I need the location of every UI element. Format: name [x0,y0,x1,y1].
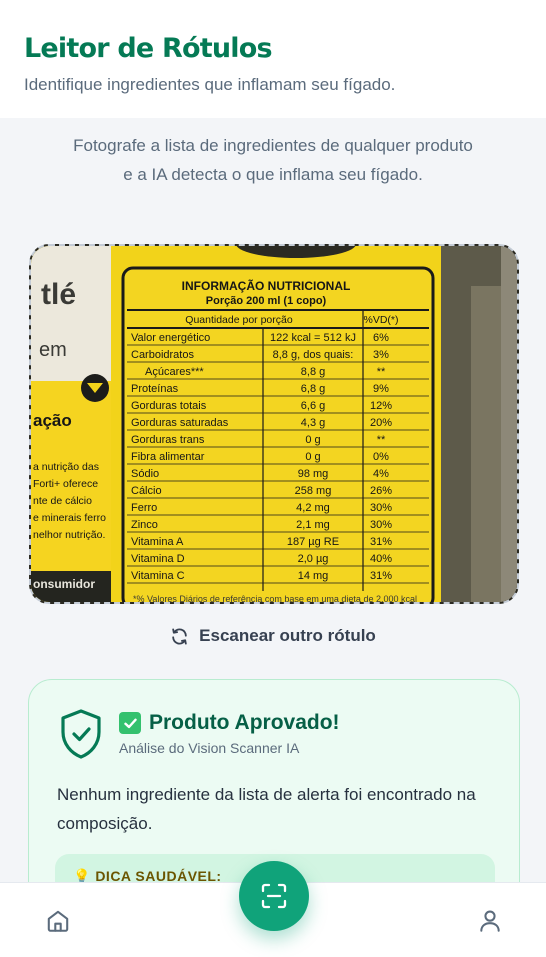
nutrition-row-amount: 2,1 mg [296,519,330,531]
nutrition-row-dv: 30% [370,502,392,514]
nutrition-portion: Porção 200 ml (1 copo) [206,295,327,307]
result-title: Produto Aprovado! [149,711,340,734]
nutrition-row-dv: 40% [370,553,392,565]
nutrition-row-label: Fibra alimentar [131,451,205,463]
result-source: Análise do Vision Scanner IA [119,740,300,756]
scan-fab-button[interactable] [239,861,309,931]
nutrition-row-amount: 8,8 g, dos quais: [273,349,354,361]
scan-icon [261,883,287,909]
nutrition-row-amount: 14 mg [298,570,329,582]
nutrition-row-label: Proteínas [131,383,179,395]
nutrition-row-label: Ferro [131,502,157,514]
refresh-icon [172,627,187,645]
nutrition-row-amount: 0 g [305,451,320,463]
nutrition-row-dv: 31% [370,570,392,582]
nutrition-row-label: Açúcares*** [145,366,204,378]
nutrition-row-label: Vitamina C [131,570,185,582]
nutrition-row-amount: 258 mg [295,485,332,497]
nutrition-title: INFORMAÇÃO NUTRICIONAL [182,278,351,293]
nutrition-row-label: Cálcio [131,485,162,497]
nutrition-row-amount: 0 g [305,434,320,446]
package-text: a nutrição das [33,461,99,473]
nutrition-row-dv: 12% [370,400,392,412]
package-text: Forti+ oferece [33,478,98,490]
nutrition-row-amount: 2,0 µg [298,553,329,565]
rescan-label: Escanear outro rótulo [199,626,376,645]
nutrition-column-header: %VD(*) [363,314,398,326]
nutrition-row-label: Gorduras totais [131,400,207,412]
nutrition-row-dv: 0% [373,451,389,463]
nutrition-row-dv: 26% [370,485,392,497]
nutrition-row-label: Zinco [131,519,158,531]
app-header: Leitor de Rótulos Identifique ingredient… [0,0,546,118]
result-message: Nenhum ingrediente da lista de alerta fo… [57,785,476,833]
home-icon[interactable] [45,908,71,934]
package-text: nelhor nutrição. [33,529,105,541]
package-text: onsumidor [33,577,95,591]
package-text: ação [33,411,72,430]
intro-text: Fotografe a lista de ingredientes de qua… [73,136,473,184]
page-title: Leitor de Rótulos [24,33,273,64]
nutrition-row-amount: 6,6 g [301,400,325,412]
nutrition-row-label: Vitamina A [131,536,184,548]
nutrition-row-label: Gorduras saturadas [131,417,229,429]
nutrition-row-dv: 30% [370,519,392,531]
nutrition-row-amount: 4,3 g [301,417,325,429]
nutrition-row-label: Sódio [131,468,159,480]
package-text: nte de cálcio [33,495,92,507]
nutrition-row-dv: 20% [370,417,392,429]
nutrition-row-dv: ** [377,434,386,446]
page-subtitle: Identifique ingredientes que inflamam se… [24,75,396,94]
nutrition-row-label: Gorduras trans [131,434,205,446]
captured-label-photo: INFORMAÇÃO NUTRICIONAL Porção 200 ml (1 c… [29,244,519,604]
nutrition-row-dv: 4% [373,468,389,480]
nutrition-row-dv: 3% [373,349,389,361]
nutrition-row-amount: 122 kcal = 512 kJ [270,332,356,344]
shield-check-icon [61,709,101,759]
nutrition-footnote: *% Valores Diários de referência com bas… [133,594,417,604]
package-text: em [39,339,67,361]
check-mark-icon [119,712,141,734]
nutrition-row-amount: 4,2 mg [296,502,330,514]
nutrition-row-amount: 8,8 g [301,366,325,378]
brand-fragment: tlé [41,278,76,311]
nutrition-row-amount: 6,8 g [301,383,325,395]
nutrition-column-header: Quantidade por porção [185,314,293,326]
profile-icon[interactable] [477,908,503,934]
package-text: e minerais ferro [33,512,106,524]
nutrition-row-dv: 6% [373,332,389,344]
nutrition-row-dv: ** [377,366,386,378]
nutrition-row-amount: 187 µg RE [287,536,339,548]
nutrition-row-dv: 9% [373,383,389,395]
nutrition-row-label: Vitamina D [131,553,185,565]
nutrition-row-label: Carboidratos [131,349,194,361]
nutrition-row-amount: 98 mg [298,468,329,480]
rescan-button[interactable]: Escanear outro rótulo [0,626,546,646]
nutrition-row-label: Valor energético [131,332,210,344]
nutrition-row-dv: 31% [370,536,392,548]
